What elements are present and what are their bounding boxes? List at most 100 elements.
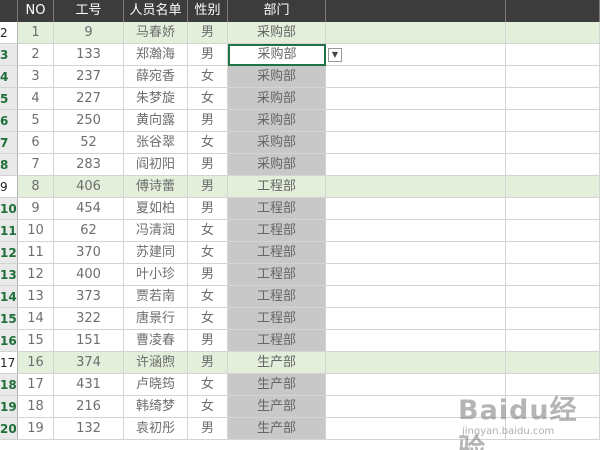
cell-empty[interactable] xyxy=(506,66,600,88)
cell-no[interactable]: 10 xyxy=(18,220,54,242)
cell-employee-id[interactable]: 151 xyxy=(54,330,124,352)
cell-no[interactable]: 6 xyxy=(18,132,54,154)
cell-department[interactable]: 生产部 xyxy=(228,418,326,440)
cell-employee-id[interactable]: 431 xyxy=(54,374,124,396)
cell-employee-id[interactable]: 370 xyxy=(54,242,124,264)
cell-gender[interactable]: 女 xyxy=(188,308,228,330)
cell-employee-id[interactable]: 454 xyxy=(54,198,124,220)
cell-no[interactable]: 14 xyxy=(18,308,54,330)
cell-department[interactable]: 采购部 xyxy=(228,22,326,44)
row-number[interactable]: 17 xyxy=(0,352,18,374)
cell-gender[interactable]: 女 xyxy=(188,88,228,110)
dropdown-arrow-icon[interactable]: ▼ xyxy=(328,48,342,62)
table-row[interactable]: 17 16 374 许涵煦男生产部 xyxy=(0,352,600,374)
cell-empty[interactable] xyxy=(506,110,600,132)
cell-employee-id[interactable]: 283 xyxy=(54,154,124,176)
header-name-list[interactable]: 人员名单 xyxy=(124,0,188,22)
cell-department[interactable]: 采购部 xyxy=(228,132,326,154)
row-number[interactable]: 9 xyxy=(0,176,18,198)
cell-empty[interactable] xyxy=(326,22,506,44)
cell-no[interactable]: 8 xyxy=(18,176,54,198)
spreadsheet[interactable]: NO 工号 人员名单 性别 部门 2 1 9 马春娇 男 采购部 3 2 133 郑瀚… xyxy=(0,0,600,450)
cell-no[interactable]: 16 xyxy=(18,352,54,374)
cell-empty[interactable] xyxy=(326,264,506,286)
cell-department[interactable]: 工程部 xyxy=(228,198,326,220)
row-number[interactable]: 5 xyxy=(0,88,18,110)
cell-no[interactable]: 3 xyxy=(18,66,54,88)
cell-employee-id[interactable]: 216 xyxy=(54,396,124,418)
cell-department[interactable]: 工程部 xyxy=(228,330,326,352)
table-row[interactable]: 2 1 9 马春娇 男 采购部 xyxy=(0,22,600,44)
cell-name[interactable]: 夏如柏 xyxy=(124,198,188,220)
cell-name[interactable]: 张谷翠 xyxy=(124,132,188,154)
cell-gender[interactable]: 男 xyxy=(188,44,228,66)
cell-department[interactable]: 工程部 xyxy=(228,264,326,286)
table-row[interactable]: 3 2 133 郑瀚海男采购部 ▼ xyxy=(0,44,600,66)
cell-empty[interactable] xyxy=(326,110,506,132)
cell-gender[interactable]: 男 xyxy=(188,154,228,176)
cell-gender[interactable]: 女 xyxy=(188,220,228,242)
cell-empty[interactable] xyxy=(506,264,600,286)
cell-employee-id[interactable]: 9 xyxy=(54,22,124,44)
cell-department[interactable]: 生产部 xyxy=(228,396,326,418)
cell-employee-id[interactable]: 406 xyxy=(54,176,124,198)
cell-name[interactable]: 傅诗蕾 xyxy=(124,176,188,198)
cell-empty[interactable] xyxy=(506,286,600,308)
cell-department[interactable]: 采购部 xyxy=(228,88,326,110)
cell-gender[interactable]: 男 xyxy=(188,110,228,132)
cell-gender[interactable]: 男 xyxy=(188,198,228,220)
table-row[interactable]: 12 11 370 苏建同女工程部 xyxy=(0,242,600,264)
cell-name[interactable]: 卢晓筠 xyxy=(124,374,188,396)
cell-name[interactable]: 唐景行 xyxy=(124,308,188,330)
cell-name[interactable]: 冯清润 xyxy=(124,220,188,242)
cell-no[interactable]: 9 xyxy=(18,198,54,220)
cell-empty[interactable] xyxy=(506,220,600,242)
row-number[interactable]: 3 xyxy=(0,44,18,66)
cell-no[interactable]: 11 xyxy=(18,242,54,264)
table-row[interactable]: 14 13 373 贾若南女工程部 xyxy=(0,286,600,308)
cell-gender[interactable]: 女 xyxy=(188,374,228,396)
cell-department[interactable]: 生产部 xyxy=(228,374,326,396)
header-empty-col[interactable] xyxy=(326,0,506,22)
cell-name[interactable]: 郑瀚海 xyxy=(124,44,188,66)
cell-employee-id[interactable]: 133 xyxy=(54,44,124,66)
header-gender[interactable]: 性别 xyxy=(188,0,228,22)
cell-name[interactable]: 曹凌春 xyxy=(124,330,188,352)
cell-empty[interactable] xyxy=(326,176,506,198)
cell-empty[interactable] xyxy=(506,242,600,264)
cell-name[interactable]: 叶小珍 xyxy=(124,264,188,286)
cell-name[interactable]: 许涵煦 xyxy=(124,352,188,374)
cell-department[interactable]: 工程部 xyxy=(228,220,326,242)
cell-department[interactable]: 生产部 xyxy=(228,352,326,374)
cell-gender[interactable]: 女 xyxy=(188,286,228,308)
cell-name[interactable]: 袁初彤 xyxy=(124,418,188,440)
cell-name[interactable]: 苏建同 xyxy=(124,242,188,264)
table-row[interactable]: 10 9 454 夏如柏男工程部 xyxy=(0,198,600,220)
table-row[interactable]: 4 3 237 薛宛香女采购部 xyxy=(0,66,600,88)
cell-empty[interactable] xyxy=(326,154,506,176)
row-number[interactable]: 14 xyxy=(0,286,18,308)
table-row[interactable]: 9 8 406 傅诗蕾男工程部 xyxy=(0,176,600,198)
cell-employee-id[interactable]: 62 xyxy=(54,220,124,242)
cell-empty[interactable] xyxy=(506,132,600,154)
cell-empty[interactable] xyxy=(326,286,506,308)
cell-no[interactable]: 2 xyxy=(18,44,54,66)
cell-employee-id[interactable]: 237 xyxy=(54,66,124,88)
cell-no[interactable]: 5 xyxy=(18,110,54,132)
header-empty-col[interactable] xyxy=(506,0,600,22)
table-row[interactable]: 6 5 250 黄向露男采购部 xyxy=(0,110,600,132)
row-number[interactable]: 20 xyxy=(0,418,18,440)
cell-department[interactable]: 工程部 xyxy=(228,242,326,264)
cell-employee-id[interactable]: 322 xyxy=(54,308,124,330)
row-number[interactable]: 15 xyxy=(0,308,18,330)
row-number[interactable]: 18 xyxy=(0,374,18,396)
cell-department[interactable]: 工程部 xyxy=(228,308,326,330)
cell-gender[interactable]: 男 xyxy=(188,176,228,198)
cell-gender[interactable]: 男 xyxy=(188,22,228,44)
cell-empty[interactable] xyxy=(326,44,506,66)
cell-department[interactable]: 采购部 xyxy=(228,110,326,132)
cell-empty[interactable] xyxy=(326,308,506,330)
cell-employee-id[interactable]: 250 xyxy=(54,110,124,132)
cell-no[interactable]: 15 xyxy=(18,330,54,352)
row-number[interactable]: 12 xyxy=(0,242,18,264)
